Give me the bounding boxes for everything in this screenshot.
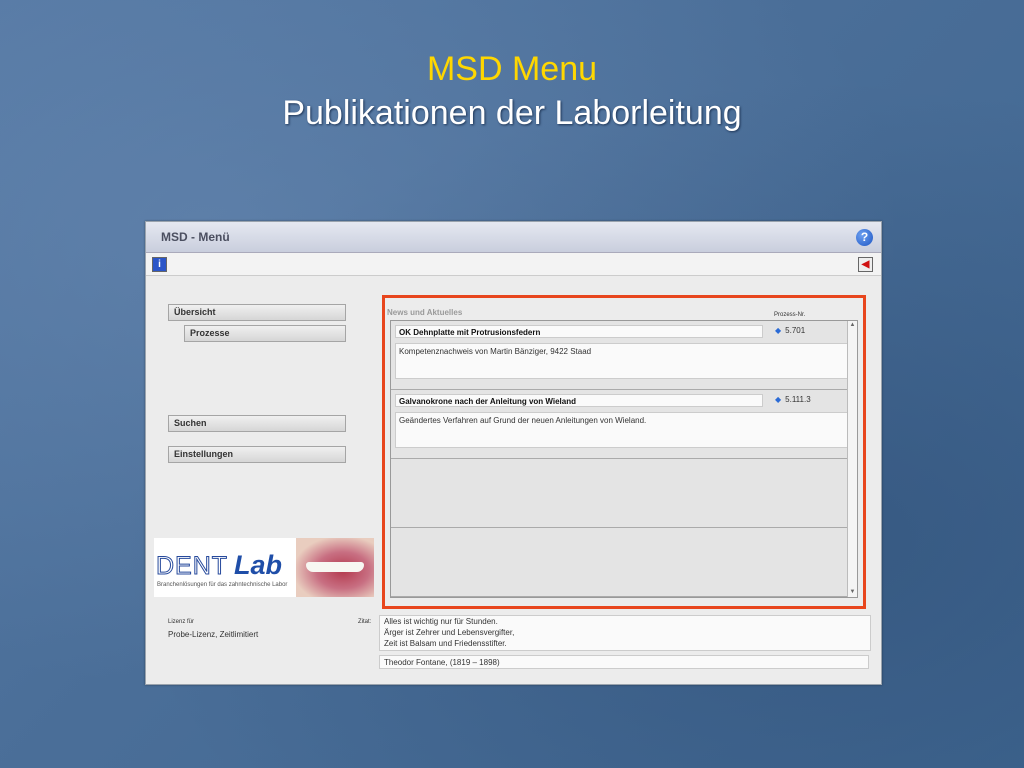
news-item-process[interactable]: ◆ 5.701 bbox=[775, 326, 805, 335]
quote-line: Alles ist wichtig nur für Stunden. bbox=[384, 617, 498, 626]
slide-title: MSD Menu bbox=[426, 50, 598, 88]
news-header: News und Aktuelles bbox=[387, 308, 463, 317]
nav-search-button[interactable]: Suchen bbox=[168, 415, 346, 432]
news-item-process[interactable]: ◆ 5.111.3 bbox=[775, 395, 811, 404]
news-item-process-number: 5.111.3 bbox=[785, 395, 811, 404]
scroll-up-icon[interactable]: ▲ bbox=[848, 321, 857, 330]
news-item-title[interactable]: OK Dehnplatte mit Protrusionsfedern bbox=[395, 325, 763, 338]
news-item-process-number: 5.701 bbox=[785, 326, 806, 335]
news-item-description: Geändertes Verfahren auf Grund der neuen… bbox=[395, 412, 851, 448]
dentlab-logo: DENT Lab Branchenlösungen für das zahnte… bbox=[154, 538, 374, 597]
quote-line: Ärger ist Zehrer und Lebensvergifter, bbox=[384, 628, 515, 637]
slide-subtitle: Publikationen der Laborleitung bbox=[282, 94, 742, 132]
msd-menu-window: MSD - Menü ? i ◀ Übersicht Prozesse Such… bbox=[145, 221, 882, 685]
diamond-bullet-icon: ◆ bbox=[775, 395, 782, 404]
scroll-down-icon[interactable]: ▼ bbox=[848, 588, 857, 597]
news-scrollbar[interactable]: ▲ ▼ bbox=[847, 321, 857, 597]
teeth-shape bbox=[306, 562, 364, 572]
news-item[interactable]: Galvanokrone nach der Anleitung von Wiel… bbox=[391, 390, 856, 459]
empty-list-row bbox=[391, 528, 856, 597]
quote-label: Zitat: bbox=[358, 619, 372, 625]
logo-lab-text: Lab bbox=[234, 550, 283, 580]
quote-author: Theodor Fontane, (1819 – 1898) bbox=[379, 655, 869, 669]
process-number-header: Prozess-Nr. bbox=[774, 312, 806, 318]
empty-list-row bbox=[391, 459, 856, 528]
license-value: Probe-Lizenz, Zeitlimitiert bbox=[168, 630, 259, 639]
quote-line: Zeit ist Balsam und Friedensstifter. bbox=[384, 639, 507, 648]
license-label: Lizenz für bbox=[168, 619, 195, 625]
info-icon[interactable]: i bbox=[152, 257, 167, 272]
news-list[interactable]: OK Dehnplatte mit Protrusionsfedern ◆ 5.7… bbox=[390, 320, 858, 598]
question-circle-icon[interactable]: ? bbox=[856, 229, 873, 246]
diamond-bullet-icon: ◆ bbox=[775, 326, 782, 335]
window-title: MSD - Menü bbox=[161, 230, 230, 244]
window-titlebar: MSD - Menü ? bbox=[146, 222, 881, 253]
news-item-title[interactable]: Galvanokrone nach der Anleitung von Wiel… bbox=[395, 394, 763, 407]
nav-settings-button[interactable]: Einstellungen bbox=[168, 446, 346, 463]
toolbar: i ◀ bbox=[146, 253, 881, 276]
nav-processes-button[interactable]: Prozesse bbox=[184, 325, 346, 342]
news-item[interactable]: OK Dehnplatte mit Protrusionsfedern ◆ 5.7… bbox=[391, 321, 856, 390]
nav-overview-button[interactable]: Übersicht bbox=[168, 304, 346, 321]
exit-door-icon[interactable]: ◀ bbox=[858, 257, 873, 272]
news-item-description: Kompetenznachweis von Martin Bänziger, 9… bbox=[395, 343, 851, 379]
logo-dent-text: DENT bbox=[155, 552, 229, 581]
logo-tagline: Branchenlösungen für das zahntechnische … bbox=[157, 582, 288, 588]
quote-box: Alles ist wichtig nur für Stunden. Ärger… bbox=[379, 615, 871, 651]
